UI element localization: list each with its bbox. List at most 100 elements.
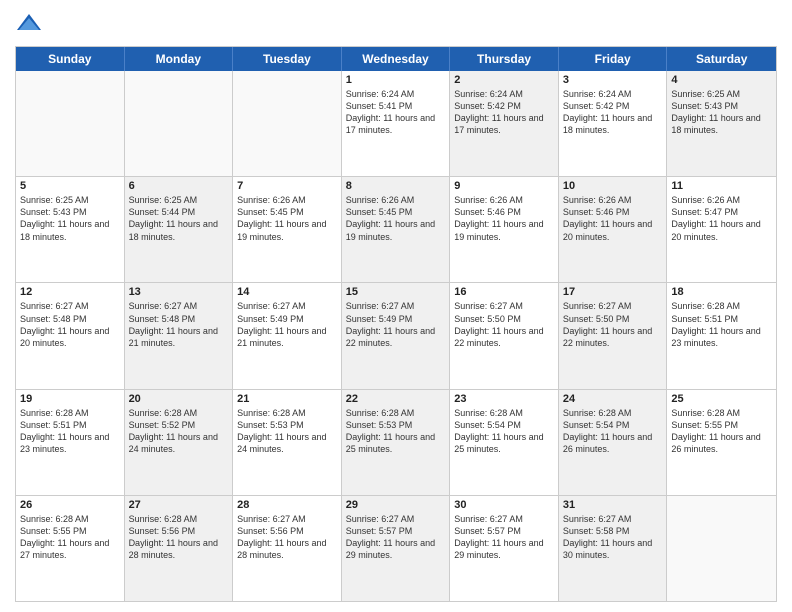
day-number: 18: [671, 286, 772, 298]
header-day-tuesday: Tuesday: [233, 47, 342, 71]
day-number: 31: [563, 499, 663, 511]
calendar-day-8: 8Sunrise: 6:26 AM Sunset: 5:45 PM Daylig…: [342, 177, 451, 282]
day-number: 2: [454, 74, 554, 86]
day-number: 26: [20, 499, 120, 511]
day-number: 23: [454, 393, 554, 405]
day-info: Sunrise: 6:27 AM Sunset: 5:56 PM Dayligh…: [237, 513, 337, 562]
day-number: 22: [346, 393, 446, 405]
calendar-day-14: 14 Sunrise: 6:27 AM Sunset: 5:49 PM Dayli…: [233, 283, 342, 388]
header-day-thursday: Thursday: [450, 47, 559, 71]
logo: [15, 10, 47, 38]
calendar-day-3: 3Sunrise: 6:24 AM Sunset: 5:42 PM Daylig…: [559, 71, 668, 176]
calendar-week-1: 1 Sunrise: 6:24 AM Sunset: 5:41 PM Daylig…: [16, 71, 776, 177]
day-info: Sunrise: 6:26 AM Sunset: 5:47 PM Dayligh…: [671, 194, 772, 243]
day-number: 20: [129, 393, 229, 405]
calendar-day-1: 1 Sunrise: 6:24 AM Sunset: 5:41 PM Daylig…: [342, 71, 451, 176]
day-number: 5: [20, 180, 120, 192]
calendar-day-18: 18Sunrise: 6:28 AM Sunset: 5:51 PM Dayli…: [667, 283, 776, 388]
day-info: Sunrise: 6:26 AM Sunset: 5:45 PM Dayligh…: [237, 194, 337, 243]
calendar-header-row: SundayMondayTuesdayWednesdayThursdayFrid…: [16, 47, 776, 71]
header-day-monday: Monday: [125, 47, 234, 71]
day-number: 4: [671, 74, 772, 86]
day-info: Sunrise: 6:24 AM Sunset: 5:42 PM Dayligh…: [454, 88, 554, 137]
calendar-empty-cell: [125, 71, 234, 176]
calendar-day-25: 25Sunrise: 6:28 AM Sunset: 5:55 PM Dayli…: [667, 390, 776, 495]
day-number: 12: [20, 286, 120, 298]
calendar-day-5: 5 Sunrise: 6:25 AM Sunset: 5:43 PM Daylig…: [16, 177, 125, 282]
calendar-day-12: 12 Sunrise: 6:27 AM Sunset: 5:48 PM Dayli…: [16, 283, 125, 388]
day-number: 1: [346, 74, 446, 86]
calendar-day-21: 21Sunrise: 6:28 AM Sunset: 5:53 PM Dayli…: [233, 390, 342, 495]
calendar-week-4: 19 Sunrise: 6:28 AM Sunset: 5:51 PM Dayli…: [16, 390, 776, 496]
day-number: 21: [237, 393, 337, 405]
day-number: 14: [237, 286, 337, 298]
day-info: Sunrise: 6:27 AM Sunset: 5:49 PM Dayligh…: [237, 300, 337, 349]
day-number: 30: [454, 499, 554, 511]
day-number: 3: [563, 74, 663, 86]
day-number: 25: [671, 393, 772, 405]
calendar-day-11: 11 Sunrise: 6:26 AM Sunset: 5:47 PM Dayli…: [667, 177, 776, 282]
calendar-day-28: 28 Sunrise: 6:27 AM Sunset: 5:56 PM Dayli…: [233, 496, 342, 601]
day-info: Sunrise: 6:27 AM Sunset: 5:57 PM Dayligh…: [454, 513, 554, 562]
calendar-day-20: 20 Sunrise: 6:28 AM Sunset: 5:52 PM Dayli…: [125, 390, 234, 495]
day-info: Sunrise: 6:28 AM Sunset: 5:56 PM Dayligh…: [129, 513, 229, 562]
calendar-day-2: 2 Sunrise: 6:24 AM Sunset: 5:42 PM Daylig…: [450, 71, 559, 176]
day-number: 11: [671, 180, 772, 192]
calendar: SundayMondayTuesdayWednesdayThursdayFrid…: [15, 46, 777, 602]
calendar-day-7: 7 Sunrise: 6:26 AM Sunset: 5:45 PM Daylig…: [233, 177, 342, 282]
calendar-day-19: 19 Sunrise: 6:28 AM Sunset: 5:51 PM Dayli…: [16, 390, 125, 495]
day-info: Sunrise: 6:27 AM Sunset: 5:58 PM Dayligh…: [563, 513, 663, 562]
day-info: Sunrise: 6:27 AM Sunset: 5:48 PM Dayligh…: [20, 300, 120, 349]
day-number: 15: [346, 286, 446, 298]
calendar-day-22: 22Sunrise: 6:28 AM Sunset: 5:53 PM Dayli…: [342, 390, 451, 495]
calendar-day-30: 30 Sunrise: 6:27 AM Sunset: 5:57 PM Dayli…: [450, 496, 559, 601]
calendar-day-26: 26 Sunrise: 6:28 AM Sunset: 5:55 PM Dayli…: [16, 496, 125, 601]
day-info: Sunrise: 6:27 AM Sunset: 5:49 PM Dayligh…: [346, 300, 446, 349]
calendar-day-6: 6Sunrise: 6:25 AM Sunset: 5:44 PM Daylig…: [125, 177, 234, 282]
day-number: 28: [237, 499, 337, 511]
day-info: Sunrise: 6:28 AM Sunset: 5:55 PM Dayligh…: [20, 513, 120, 562]
calendar-day-13: 13 Sunrise: 6:27 AM Sunset: 5:48 PM Dayli…: [125, 283, 234, 388]
header-day-wednesday: Wednesday: [342, 47, 451, 71]
day-number: 24: [563, 393, 663, 405]
day-number: 8: [346, 180, 446, 192]
header-day-friday: Friday: [559, 47, 668, 71]
calendar-day-29: 29Sunrise: 6:27 AM Sunset: 5:57 PM Dayli…: [342, 496, 451, 601]
header-day-saturday: Saturday: [667, 47, 776, 71]
day-info: Sunrise: 6:28 AM Sunset: 5:54 PM Dayligh…: [454, 407, 554, 456]
day-number: 13: [129, 286, 229, 298]
day-number: 19: [20, 393, 120, 405]
day-info: Sunrise: 6:24 AM Sunset: 5:41 PM Dayligh…: [346, 88, 446, 137]
calendar-week-5: 26 Sunrise: 6:28 AM Sunset: 5:55 PM Dayli…: [16, 496, 776, 601]
calendar-day-10: 10Sunrise: 6:26 AM Sunset: 5:46 PM Dayli…: [559, 177, 668, 282]
calendar-day-17: 17Sunrise: 6:27 AM Sunset: 5:50 PM Dayli…: [559, 283, 668, 388]
calendar-day-15: 15 Sunrise: 6:27 AM Sunset: 5:49 PM Dayli…: [342, 283, 451, 388]
calendar-empty-cell: [667, 496, 776, 601]
day-info: Sunrise: 6:27 AM Sunset: 5:50 PM Dayligh…: [454, 300, 554, 349]
day-info: Sunrise: 6:25 AM Sunset: 5:44 PM Dayligh…: [129, 194, 229, 243]
page: SundayMondayTuesdayWednesdayThursdayFrid…: [0, 0, 792, 612]
day-info: Sunrise: 6:25 AM Sunset: 5:43 PM Dayligh…: [20, 194, 120, 243]
header: [15, 10, 777, 38]
calendar-day-27: 27 Sunrise: 6:28 AM Sunset: 5:56 PM Dayli…: [125, 496, 234, 601]
day-info: Sunrise: 6:25 AM Sunset: 5:43 PM Dayligh…: [671, 88, 772, 137]
calendar-empty-cell: [233, 71, 342, 176]
day-info: Sunrise: 6:27 AM Sunset: 5:57 PM Dayligh…: [346, 513, 446, 562]
calendar-day-16: 16 Sunrise: 6:27 AM Sunset: 5:50 PM Dayli…: [450, 283, 559, 388]
calendar-day-31: 31 Sunrise: 6:27 AM Sunset: 5:58 PM Dayli…: [559, 496, 668, 601]
day-info: Sunrise: 6:28 AM Sunset: 5:52 PM Dayligh…: [129, 407, 229, 456]
calendar-week-2: 5 Sunrise: 6:25 AM Sunset: 5:43 PM Daylig…: [16, 177, 776, 283]
calendar-day-23: 23 Sunrise: 6:28 AM Sunset: 5:54 PM Dayli…: [450, 390, 559, 495]
calendar-day-24: 24 Sunrise: 6:28 AM Sunset: 5:54 PM Dayli…: [559, 390, 668, 495]
day-info: Sunrise: 6:28 AM Sunset: 5:51 PM Dayligh…: [20, 407, 120, 456]
header-day-sunday: Sunday: [16, 47, 125, 71]
calendar-empty-cell: [16, 71, 125, 176]
day-number: 16: [454, 286, 554, 298]
logo-icon: [15, 10, 43, 38]
day-number: 27: [129, 499, 229, 511]
day-info: Sunrise: 6:26 AM Sunset: 5:46 PM Dayligh…: [454, 194, 554, 243]
day-info: Sunrise: 6:28 AM Sunset: 5:54 PM Dayligh…: [563, 407, 663, 456]
day-info: Sunrise: 6:27 AM Sunset: 5:48 PM Dayligh…: [129, 300, 229, 349]
calendar-body: 1 Sunrise: 6:24 AM Sunset: 5:41 PM Daylig…: [16, 71, 776, 601]
day-number: 7: [237, 180, 337, 192]
